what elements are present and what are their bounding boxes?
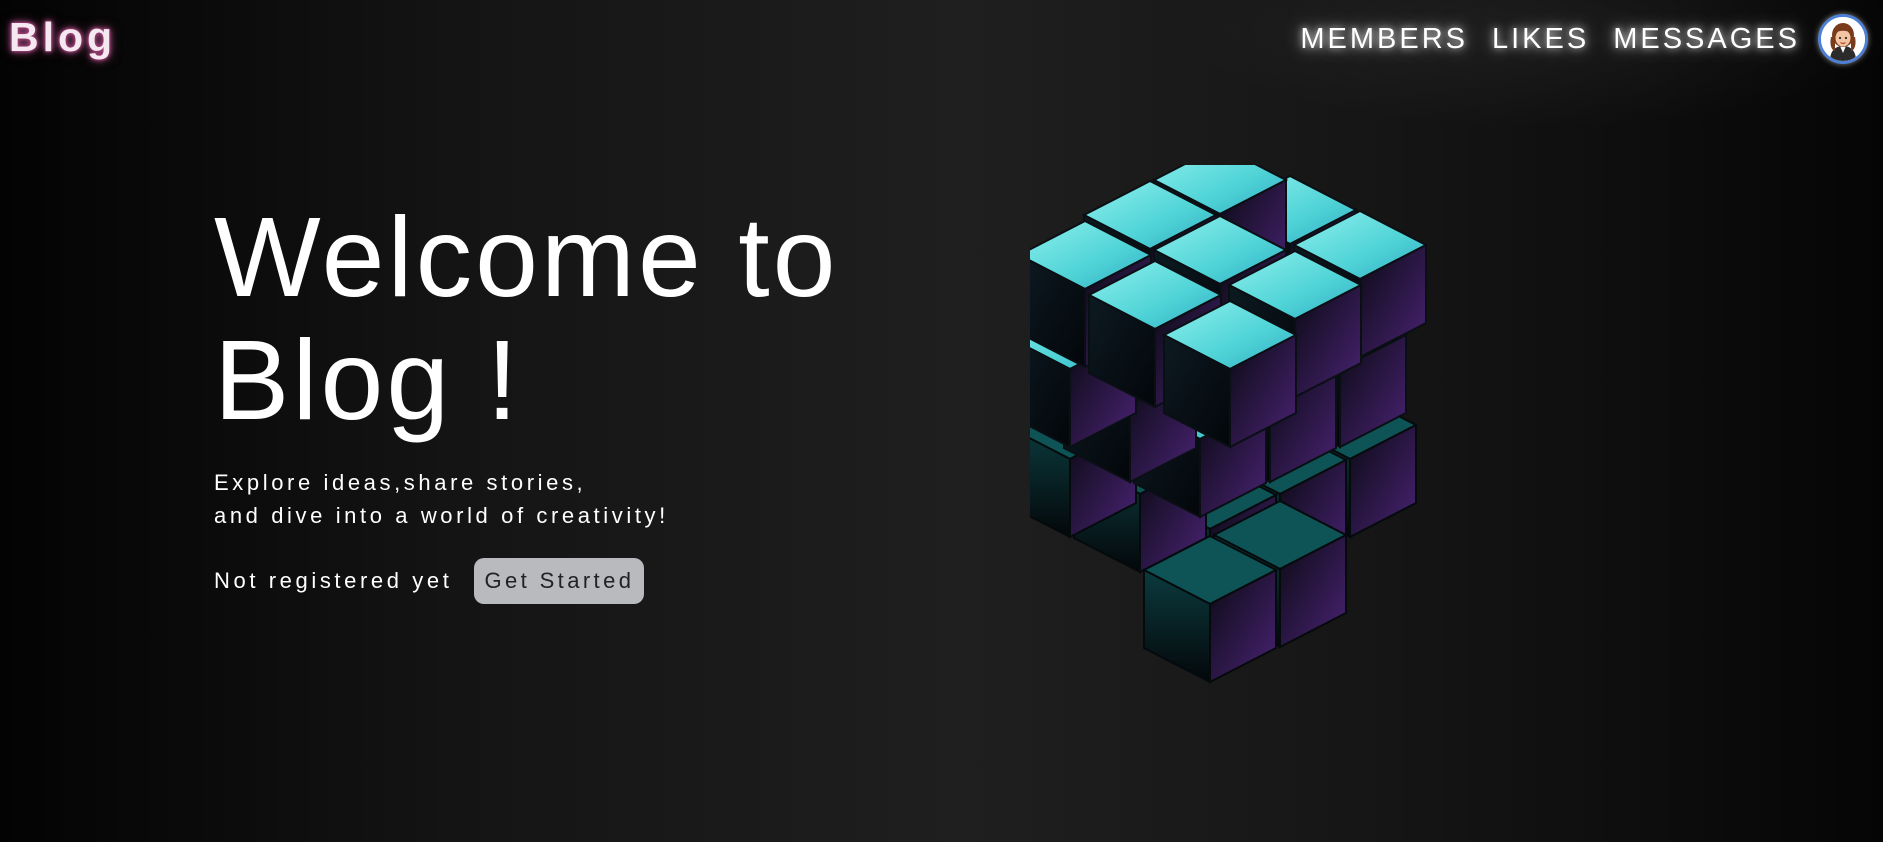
hero-title-line2: Blog ! [214, 317, 521, 443]
hero-section: Welcome to Blog ! Explore ideas,share st… [214, 196, 934, 604]
hero-title-line1: Welcome to [214, 194, 839, 320]
main-nav: MEMBERS LIKES MESSAGES [1300, 14, 1868, 64]
get-started-button[interactable]: Get Started [474, 558, 645, 604]
cta-text: Not registered yet [214, 568, 453, 593]
logo[interactable]: Blog [9, 14, 116, 61]
hero-subtitle-line2: and dive into a world of creativity! [214, 503, 669, 528]
cube-icon [1003, 145, 1427, 683]
rubiks-cube-illustration [1003, 145, 1550, 710]
nav-members[interactable]: MEMBERS [1300, 23, 1468, 56]
hero-subtitle-line1: Explore ideas,share stories, [214, 470, 587, 495]
avatar-portrait-icon [1821, 17, 1865, 61]
user-avatar-icon[interactable] [1818, 14, 1868, 64]
hero-subtitle: Explore ideas,share stories, and dive in… [214, 466, 934, 532]
cta-row: Not registered yet Get Started [214, 558, 934, 604]
hero-title: Welcome to Blog ! [214, 196, 934, 442]
nav-messages[interactable]: MESSAGES [1613, 23, 1800, 56]
nav-likes[interactable]: LIKES [1492, 23, 1589, 56]
